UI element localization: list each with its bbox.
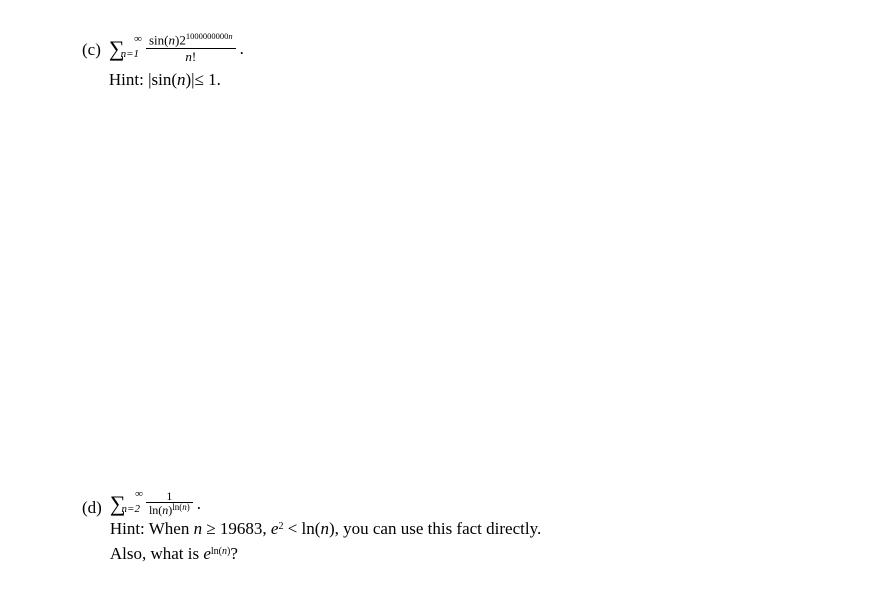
summation-symbol-d: ∑ ∞ n=2 xyxy=(110,493,140,515)
fraction-d: 1 ln(n)ln(n) xyxy=(146,490,193,517)
problem-d: (d) ∑ ∞ n=2 1 ln(n)ln(n) . Hint: When n … xyxy=(82,490,541,566)
problem-d-hint: Hint: When n ≥ 19683, e2 < ln(n), you ca… xyxy=(110,517,541,566)
problem-d-content: ∑ ∞ n=2 1 ln(n)ln(n) . Hint: When n ≥ 19… xyxy=(110,490,541,566)
fraction-d-numerator: 1 xyxy=(163,490,175,502)
problem-c-label: (c) xyxy=(82,32,101,60)
problem-c-hint: Hint: | sin(n) | ≤ 1. xyxy=(109,70,244,90)
fraction-c-numerator: sin(n)21000000000n xyxy=(146,32,236,48)
problem-c-expression: ∑ ∞ n=1 sin(n)21000000000n n! . xyxy=(109,32,244,66)
period: . xyxy=(240,39,244,59)
fraction-c: sin(n)21000000000n n! xyxy=(146,32,236,66)
problem-c-content: ∑ ∞ n=1 sin(n)21000000000n n! . Hint: | … xyxy=(109,32,244,90)
fraction-d-denominator: ln(n)ln(n) xyxy=(146,502,193,517)
period-d: . xyxy=(197,494,201,514)
summation-symbol: ∑ ∞ n=1 xyxy=(109,38,139,60)
problem-d-expression: ∑ ∞ n=2 1 ln(n)ln(n) . xyxy=(110,490,541,517)
problem-d-label: (d) xyxy=(82,490,102,518)
problem-c: (c) ∑ ∞ n=1 sin(n)21000000000n n! . Hint… xyxy=(82,32,244,90)
fraction-c-denominator: n! xyxy=(146,48,236,66)
